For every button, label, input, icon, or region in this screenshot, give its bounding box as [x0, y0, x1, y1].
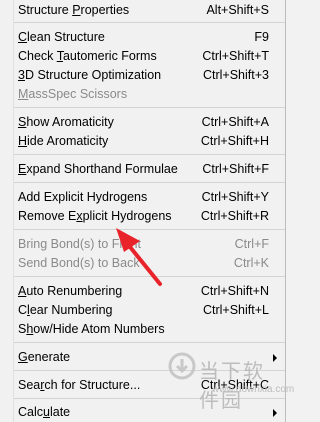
- annotation-arrow-icon: [116, 228, 162, 286]
